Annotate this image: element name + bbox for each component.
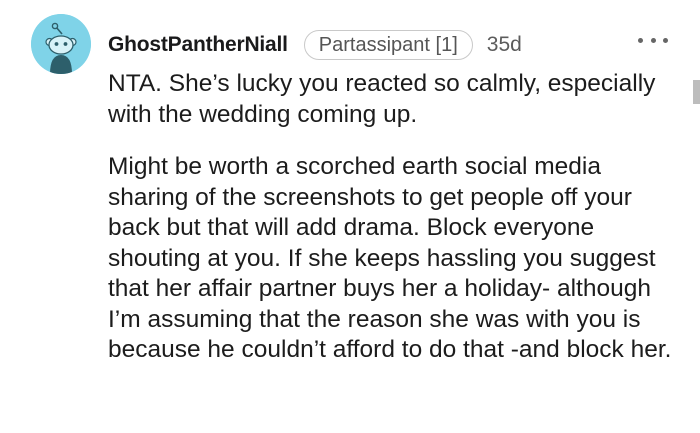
user-flair: Partassipant [1]	[303, 30, 473, 60]
more-options-icon[interactable]	[638, 30, 668, 50]
comment-body: NTA. She’s lucky you reacted so calmly, …	[108, 69, 678, 388]
dot	[663, 37, 668, 43]
comment-age: 35d	[486, 33, 522, 56]
snoo-avatar-icon	[31, 14, 91, 74]
comment-header: GhostPantherNiall Partassipant [1] 35d	[108, 28, 522, 62]
avatar[interactable]	[31, 14, 91, 74]
dot	[638, 37, 643, 43]
comment-paragraph: NTA. She’s lucky you reacted so calmly, …	[108, 70, 656, 128]
comment-paragraph: Might be worth a scorched earth social m…	[108, 153, 672, 363]
username[interactable]: GhostPantherNiall	[108, 33, 288, 57]
scrollbar-thumb[interactable]	[693, 80, 700, 104]
dot	[650, 37, 656, 43]
